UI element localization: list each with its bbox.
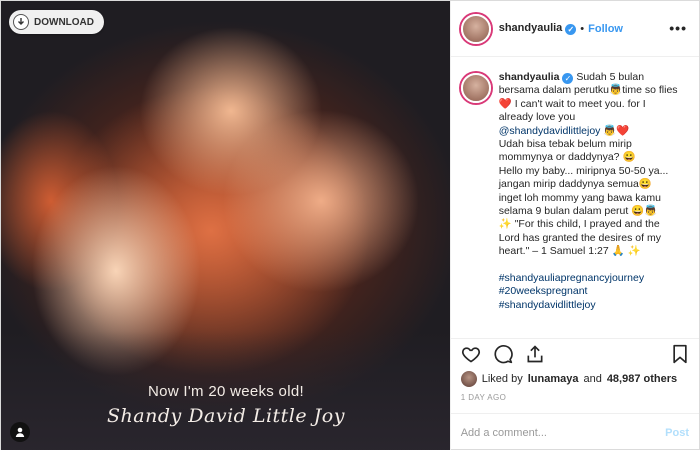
post-caption: shandyaulia ✓ Sudah 5 bulan bersama dalam… — [498, 71, 679, 312]
comments-section: shandyaulia ✓ Sudah 5 bulan bersama dalam… — [450, 57, 699, 339]
hashtag-link[interactable]: #20weekspregnant — [499, 285, 679, 298]
comment-input-area: Add a comment... Post — [450, 413, 699, 450]
liker-avatar[interactable] — [460, 371, 477, 387]
separator-dot: • — [580, 22, 585, 35]
image-caption-line2: Shandy David Little Joy — [107, 405, 345, 427]
instagram-post: DOWNLOAD Now I'm 20 weeks old! Shandy Da… — [0, 0, 700, 450]
user-tag-button[interactable] — [10, 422, 30, 442]
verified-icon: ✓ — [565, 24, 577, 35]
download-icon — [13, 14, 29, 30]
caption-username[interactable]: shandyaulia — [499, 71, 560, 83]
more-options-icon[interactable]: ••• — [669, 20, 687, 36]
download-button[interactable]: DOWNLOAD — [9, 10, 104, 34]
avatar[interactable] — [460, 13, 491, 44]
post-timestamp[interactable]: 1 DAY AGO — [451, 389, 699, 407]
comment-input[interactable]: Add a comment... — [461, 427, 547, 439]
caption-line: Udah bisa tebak belum mirip mommynya or … — [498, 138, 636, 164]
caption-line: inget loh mommy yang bawa kamu selama 9 … — [498, 191, 661, 218]
download-label: DOWNLOAD — [34, 16, 94, 28]
post-sidebar: shandyaulia ✓ • Follow ••• shandyaulia ✓ S… — [449, 1, 699, 450]
follow-button[interactable]: Follow — [588, 23, 623, 35]
mention-link[interactable]: @shandydavidlittlejoy — [499, 125, 601, 137]
header-username[interactable]: shandyaulia ✓ — [499, 22, 577, 35]
liker-username[interactable]: lunamaya — [528, 373, 579, 385]
likes-others-link[interactable]: 48,987 others — [607, 373, 677, 385]
share-icon[interactable] — [525, 344, 545, 364]
post-header: shandyaulia ✓ • Follow ••• — [450, 1, 699, 57]
caption-line: Hello my baby... miripnya 50-50 ya... ja… — [498, 164, 669, 191]
heart-icon[interactable] — [461, 344, 481, 364]
hashtag-link[interactable]: #shandyauliapregnancyjourney — [499, 272, 679, 285]
caption-line: ✨ "For this child, I prayed and the Lord… — [498, 218, 661, 258]
image-caption-line1: Now I'm 20 weeks old! — [148, 383, 304, 400]
caption-avatar[interactable] — [460, 73, 491, 103]
person-icon — [15, 427, 25, 437]
post-comment-button[interactable]: Post — [665, 427, 689, 439]
likes-summary: Liked by lunamaya and 48,987 others — [451, 369, 699, 389]
comment-icon[interactable] — [493, 344, 513, 364]
post-image[interactable]: DOWNLOAD Now I'm 20 weeks old! Shandy Da… — [1, 1, 450, 450]
action-bar — [451, 339, 699, 369]
hashtag-link[interactable]: #shandydavidlittlejoy — [499, 299, 679, 312]
bookmark-icon[interactable] — [671, 344, 689, 364]
verified-icon: ✓ — [562, 73, 574, 85]
